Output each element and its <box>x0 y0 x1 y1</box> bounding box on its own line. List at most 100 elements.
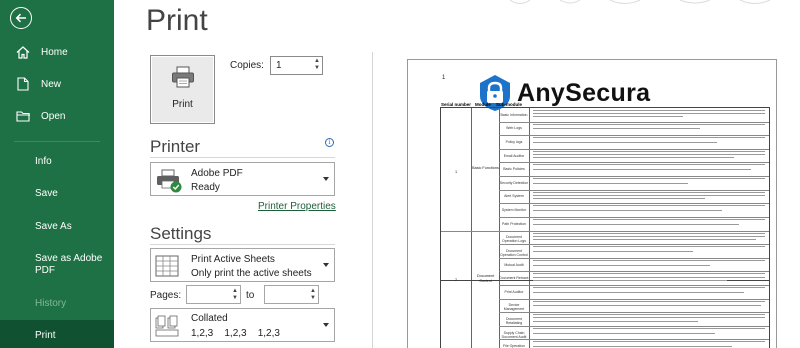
copies-spinner[interactable]: ▲ ▼ <box>314 58 320 72</box>
preview-text-line <box>533 210 722 212</box>
preview-text-line <box>533 341 765 343</box>
preview-text-line <box>533 273 765 275</box>
preview-text-line <box>533 194 765 196</box>
table-gridline <box>499 216 769 218</box>
preview-submodule-label: File Operation Control <box>503 344 525 348</box>
collation-dropdown[interactable]: Collated 1,2,3 1,2,3 1,2,3 <box>150 308 335 342</box>
nav-item-print[interactable]: Print <box>0 320 114 348</box>
table-gridline <box>499 189 769 191</box>
preview-submodule-label: Basic Policies <box>503 167 525 172</box>
spin-down-icon[interactable]: ▼ <box>232 295 238 302</box>
preview-submodule-label: Document Operation Logs <box>502 235 526 244</box>
preview-text-line <box>533 198 705 200</box>
nav-divider <box>14 141 100 142</box>
table-gridline <box>499 284 769 286</box>
nav-item-save[interactable]: Save <box>35 188 58 200</box>
preview-submodule-label: Web Logs <box>506 126 522 131</box>
spin-up-icon[interactable]: ▲ <box>310 288 316 295</box>
printer-dropdown[interactable]: Adobe PDF Ready <box>150 162 335 196</box>
table-gridline <box>499 121 769 123</box>
table-gridline <box>499 176 769 177</box>
nav-item-save-as-adobe-pdf[interactable]: Save as Adobe PDF <box>35 253 105 277</box>
preview-text-line <box>533 123 765 125</box>
copies-input[interactable]: 1 ▲ ▼ <box>270 56 323 75</box>
pages-to-input[interactable]: ▲ ▼ <box>264 285 319 304</box>
print-scope-description: Only print the active sheets <box>191 268 312 279</box>
preview-submodule-label: Print Auditor <box>504 289 524 294</box>
preview-text-line <box>533 178 765 180</box>
chevron-down-icon <box>323 323 329 327</box>
spin-down-icon[interactable]: ▼ <box>310 295 316 302</box>
spin-down-icon[interactable]: ▼ <box>314 65 320 72</box>
preview-text-line <box>533 182 688 184</box>
copies-value: 1 <box>276 60 282 71</box>
preview-submodule-label: Path Protection <box>502 221 526 226</box>
chevron-down-icon <box>323 263 329 267</box>
print-preview-page: 1 AnySecura Serial number Module Sub-mod… <box>407 59 777 348</box>
nav-item-open[interactable]: Open <box>0 100 114 132</box>
back-arrow-icon[interactable] <box>10 7 32 29</box>
table-gridline <box>499 271 769 272</box>
preview-text-line <box>533 250 693 252</box>
preview-submodule-label: Supply Chain Document Audit <box>501 330 527 339</box>
preview-text-line <box>533 264 710 266</box>
preview-text-line <box>533 116 683 118</box>
sheets-icon <box>155 254 181 283</box>
table-gridline <box>499 312 769 313</box>
nav-item-info[interactable]: Info <box>35 156 52 168</box>
printer-icon <box>171 66 195 93</box>
table-gridline <box>441 230 769 232</box>
nav-item-history: History <box>35 298 67 309</box>
preview-text-line <box>533 235 765 237</box>
table-gridline <box>499 203 769 204</box>
preview-text-line <box>533 150 765 152</box>
pdf-printer-icon <box>155 168 183 199</box>
preview-group-number: 2 <box>454 278 458 282</box>
preview-text-line <box>533 157 734 159</box>
preview-text-line <box>533 300 765 302</box>
spin-up-icon[interactable]: ▲ <box>314 58 320 65</box>
spin-up-icon[interactable]: ▲ <box>232 288 238 295</box>
print-scope-title: Print Active Sheets <box>191 254 275 265</box>
preview-text-line <box>533 128 700 130</box>
nav-item-home[interactable]: Home <box>0 36 114 68</box>
home-icon <box>13 45 33 59</box>
preview-group-label: Basic Functions <box>472 166 499 170</box>
pages-to-spinner[interactable]: ▲ ▼ <box>310 288 316 302</box>
preview-text-line <box>533 154 765 156</box>
nav-item-save-as[interactable]: Save As <box>35 221 72 233</box>
preview-submodule-label: System Monitor <box>501 208 527 213</box>
preview-text-line <box>533 164 765 166</box>
print-scope-dropdown[interactable]: Print Active Sheets Only print the activ… <box>150 248 335 282</box>
brand-logo-text: AnySecura <box>517 78 651 107</box>
preview-group-label: Document Control <box>476 274 495 283</box>
printer-name: Adobe PDF <box>191 168 243 179</box>
table-gridline <box>499 339 769 340</box>
preview-text-line <box>533 169 751 171</box>
preview-submodule-label: Document Retaliating <box>505 316 523 325</box>
preview-submodule-label: Email Auditor <box>503 153 525 158</box>
preview-group-number: 1 <box>454 170 458 174</box>
nav-item-label: Home <box>41 46 68 58</box>
preview-text-line <box>533 305 761 307</box>
printer-heading: Printer <box>150 137 201 156</box>
preview-text-line <box>533 286 765 288</box>
pages-from-input[interactable]: ▲ ▼ <box>186 285 241 304</box>
preview-text-line <box>533 317 765 319</box>
print-button-label: Print <box>172 99 193 110</box>
preview-text-line <box>533 276 765 278</box>
preview-text-line <box>533 320 698 322</box>
nav-item-label: New <box>41 78 62 90</box>
section-divider <box>150 157 335 158</box>
nav-item-new[interactable]: New <box>0 68 114 100</box>
preview-submodule-label: Basic Information <box>500 112 528 117</box>
backstage-nav: Home New Open Info Save Save As Save as … <box>0 0 114 348</box>
printer-properties-link[interactable]: Printer Properties <box>258 201 336 212</box>
preview-page-number: 1 <box>442 75 446 81</box>
pages-from-spinner[interactable]: ▲ ▼ <box>232 288 238 302</box>
preview-text-line <box>533 291 744 293</box>
info-icon[interactable]: i <box>325 138 334 147</box>
page-title: Print <box>146 4 208 37</box>
print-button[interactable]: Print <box>150 55 215 124</box>
preview-text-line <box>533 205 765 207</box>
